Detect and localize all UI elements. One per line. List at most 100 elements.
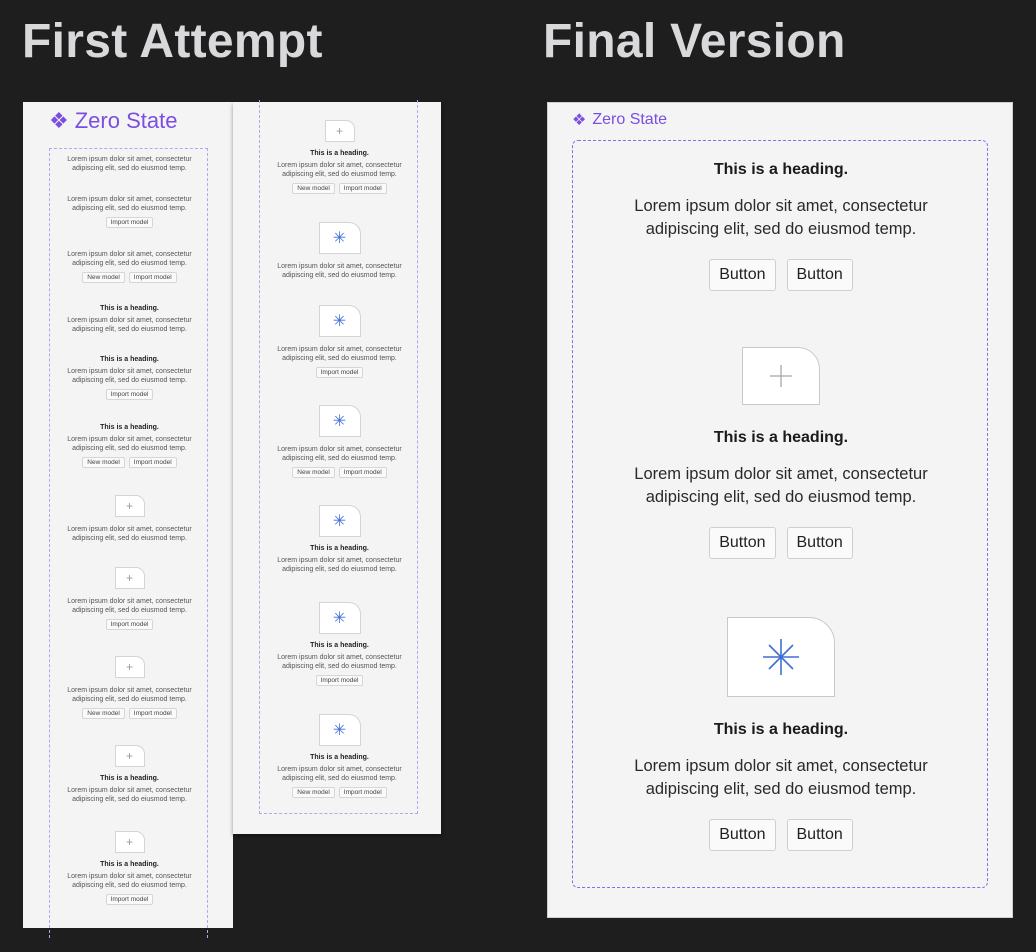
body-text: Lorem ipsum dolor sit amet, consectetur a… [634, 465, 928, 506]
plus-card [742, 347, 820, 405]
secondary-button[interactable]: Button [786, 819, 853, 851]
body-text: Lorem ipsum dolor sit amet, consectetur a… [67, 368, 192, 384]
import-model-button[interactable]: Import model [315, 367, 364, 378]
variant-sparkle-heading-import: ✳ This is a heading. Lorem ipsum dolor s… [260, 602, 419, 686]
sparkle-icon [763, 639, 799, 675]
heading: This is a heading. [310, 150, 369, 157]
body-text: Lorem ipsum dolor sit amet, consectetur a… [67, 251, 192, 267]
body-text: Lorem ipsum dolor sit amet, consectetur a… [277, 654, 402, 670]
heading: This is a heading. [713, 429, 849, 446]
new-model-button[interactable]: New model [292, 787, 335, 798]
dashed-container: + This is a heading. Lorem ipsum dolor s… [259, 100, 418, 814]
import-model-button[interactable]: Import model [128, 708, 177, 719]
dashed-container: This is a heading. Lorem ipsum dolor sit… [572, 140, 988, 888]
heading: This is a heading. [100, 305, 159, 312]
body-text: Lorem ipsum dolor sit amet, consectetur a… [67, 526, 192, 542]
body-text: Lorem ipsum dolor sit amet, consectetur a… [67, 317, 192, 333]
new-model-button[interactable]: New model [82, 457, 125, 468]
variant-sparkle-import: ✳ Lorem ipsum dolor sit amet, consectetu… [260, 305, 419, 378]
body-text: Lorem ipsum dolor sit amet, consectetur a… [67, 687, 192, 703]
variant-card-heading-text: + This is a heading. Lorem ipsum dolor s… [50, 745, 209, 804]
body-text: Lorem ipsum dolor sit amet, consectetur a… [67, 873, 192, 889]
body-text: Lorem ipsum dolor sit amet, consectetur a… [67, 156, 192, 172]
final-plus-state: This is a heading. Lorem ipsum dolor sit… [573, 347, 989, 559]
import-model-button[interactable]: Import model [105, 389, 154, 400]
primary-button[interactable]: Button [709, 527, 776, 559]
body-text: Lorem ipsum dolor sit amet, consectetur a… [634, 197, 928, 238]
sparkle-card [727, 617, 835, 697]
heading: This is a heading. [100, 424, 159, 431]
import-model-button[interactable]: Import model [105, 619, 154, 630]
heading: This is a heading. [310, 754, 369, 761]
zero-state-icon: ❖ [49, 108, 69, 133]
body-text: Lorem ipsum dolor sit amet, consectetur a… [277, 346, 402, 362]
sparkle-icon: ✳ [318, 222, 361, 254]
variant-sparkle-heading-two-buttons: ✳ This is a heading. Lorem ipsum dolor s… [260, 714, 419, 798]
zero-state-label: ❖ Zero State [572, 110, 667, 130]
variant-heading-two-buttons: This is a heading. Lorem ipsum dolor sit… [50, 424, 209, 468]
sparkle-icon: ✳ [318, 714, 361, 746]
final-version-frame: ❖ Zero State This is a heading. Lorem ip… [547, 102, 1013, 918]
primary-button[interactable]: Button [709, 819, 776, 851]
plus-icon: + [114, 567, 145, 589]
body-text: Lorem ipsum dolor sit amet, consectetur a… [67, 787, 192, 803]
new-model-button[interactable]: New model [82, 272, 125, 283]
new-model-button[interactable]: New model [292, 183, 335, 194]
final-version-title: Final Version [543, 15, 846, 68]
variant-heading-import: This is a heading. Lorem ipsum dolor sit… [50, 356, 209, 400]
import-model-button[interactable]: Import model [338, 467, 387, 478]
import-model-button[interactable]: Import model [128, 457, 177, 468]
heading: This is a heading. [100, 861, 159, 868]
plus-icon: + [114, 745, 145, 767]
variant-sparkle-two-buttons: ✳ Lorem ipsum dolor sit amet, consectetu… [260, 405, 419, 478]
body-text: Lorem ipsum dolor sit amet, consectetur a… [67, 196, 192, 212]
body-text: Lorem ipsum dolor sit amet, consectetur a… [634, 757, 928, 798]
first-attempt-frame-2: + This is a heading. Lorem ipsum dolor s… [233, 100, 441, 834]
body-text: Lorem ipsum dolor sit amet, consectetur a… [67, 598, 192, 614]
body-text: Lorem ipsum dolor sit amet, consectetur a… [277, 162, 402, 178]
plus-icon: + [114, 656, 145, 678]
plus-icon [770, 365, 792, 387]
import-model-button[interactable]: Import model [315, 675, 364, 686]
body-text: Lorem ipsum dolor sit amet, consectetur a… [277, 263, 402, 279]
heading: This is a heading. [310, 545, 369, 552]
heading: This is a heading. [310, 642, 369, 649]
final-sparkle-state: This is a heading. Lorem ipsum dolor sit… [573, 617, 989, 851]
zero-state-icon: ❖ [572, 112, 587, 129]
new-model-button[interactable]: New model [292, 467, 335, 478]
heading: This is a heading. [100, 775, 159, 782]
variant-card-heading-two-buttons: + This is a heading. Lorem ipsum dolor s… [260, 120, 419, 194]
sparkle-icon: ✳ [318, 602, 361, 634]
body-text: Lorem ipsum dolor sit amet, consectetur a… [67, 436, 192, 452]
secondary-button[interactable]: Button [786, 527, 853, 559]
variant-text-only: Lorem ipsum dolor sit amet, consectetur a… [50, 155, 209, 173]
primary-button[interactable]: Button [709, 259, 776, 291]
plus-icon: + [114, 495, 145, 517]
import-model-button[interactable]: Import model [128, 272, 177, 283]
import-model-button[interactable]: Import model [338, 183, 387, 194]
zero-state-label: ❖ Zero State [49, 108, 177, 134]
body-text: Lorem ipsum dolor sit amet, consectetur a… [277, 557, 402, 573]
zero-state-text: Zero State [74, 108, 178, 133]
zero-state-text: Zero State [592, 111, 668, 128]
variant-card-two-buttons: + Lorem ipsum dolor sit amet, consectetu… [50, 656, 209, 719]
body-text: Lorem ipsum dolor sit amet, consectetur a… [277, 446, 402, 462]
first-attempt-frame-1: ❖ Zero State Lorem ipsum dolor sit amet,… [23, 102, 233, 938]
final-text-state: This is a heading. Lorem ipsum dolor sit… [573, 161, 989, 291]
variant-sparkle-heading-text: ✳ This is a heading. Lorem ipsum dolor s… [260, 505, 419, 574]
import-model-button[interactable]: Import model [105, 217, 154, 228]
heading: This is a heading. [713, 161, 849, 178]
variant-card-heading-import: + This is a heading. Lorem ipsum dolor s… [50, 831, 209, 905]
variant-card-text: + Lorem ipsum dolor sit amet, consectetu… [50, 495, 209, 543]
secondary-button[interactable]: Button [786, 259, 853, 291]
heading: This is a heading. [100, 356, 159, 363]
variant-text-import: Lorem ipsum dolor sit amet, consectetur a… [50, 195, 209, 228]
sparkle-icon: ✳ [318, 305, 361, 337]
variant-card-import: + Lorem ipsum dolor sit amet, consectetu… [50, 567, 209, 630]
plus-icon: + [324, 120, 355, 142]
new-model-button[interactable]: New model [82, 708, 125, 719]
sparkle-icon: ✳ [318, 405, 361, 437]
import-model-button[interactable]: Import model [338, 787, 387, 798]
body-text: Lorem ipsum dolor sit amet, consectetur a… [277, 766, 402, 782]
import-model-button[interactable]: Import model [105, 894, 154, 905]
